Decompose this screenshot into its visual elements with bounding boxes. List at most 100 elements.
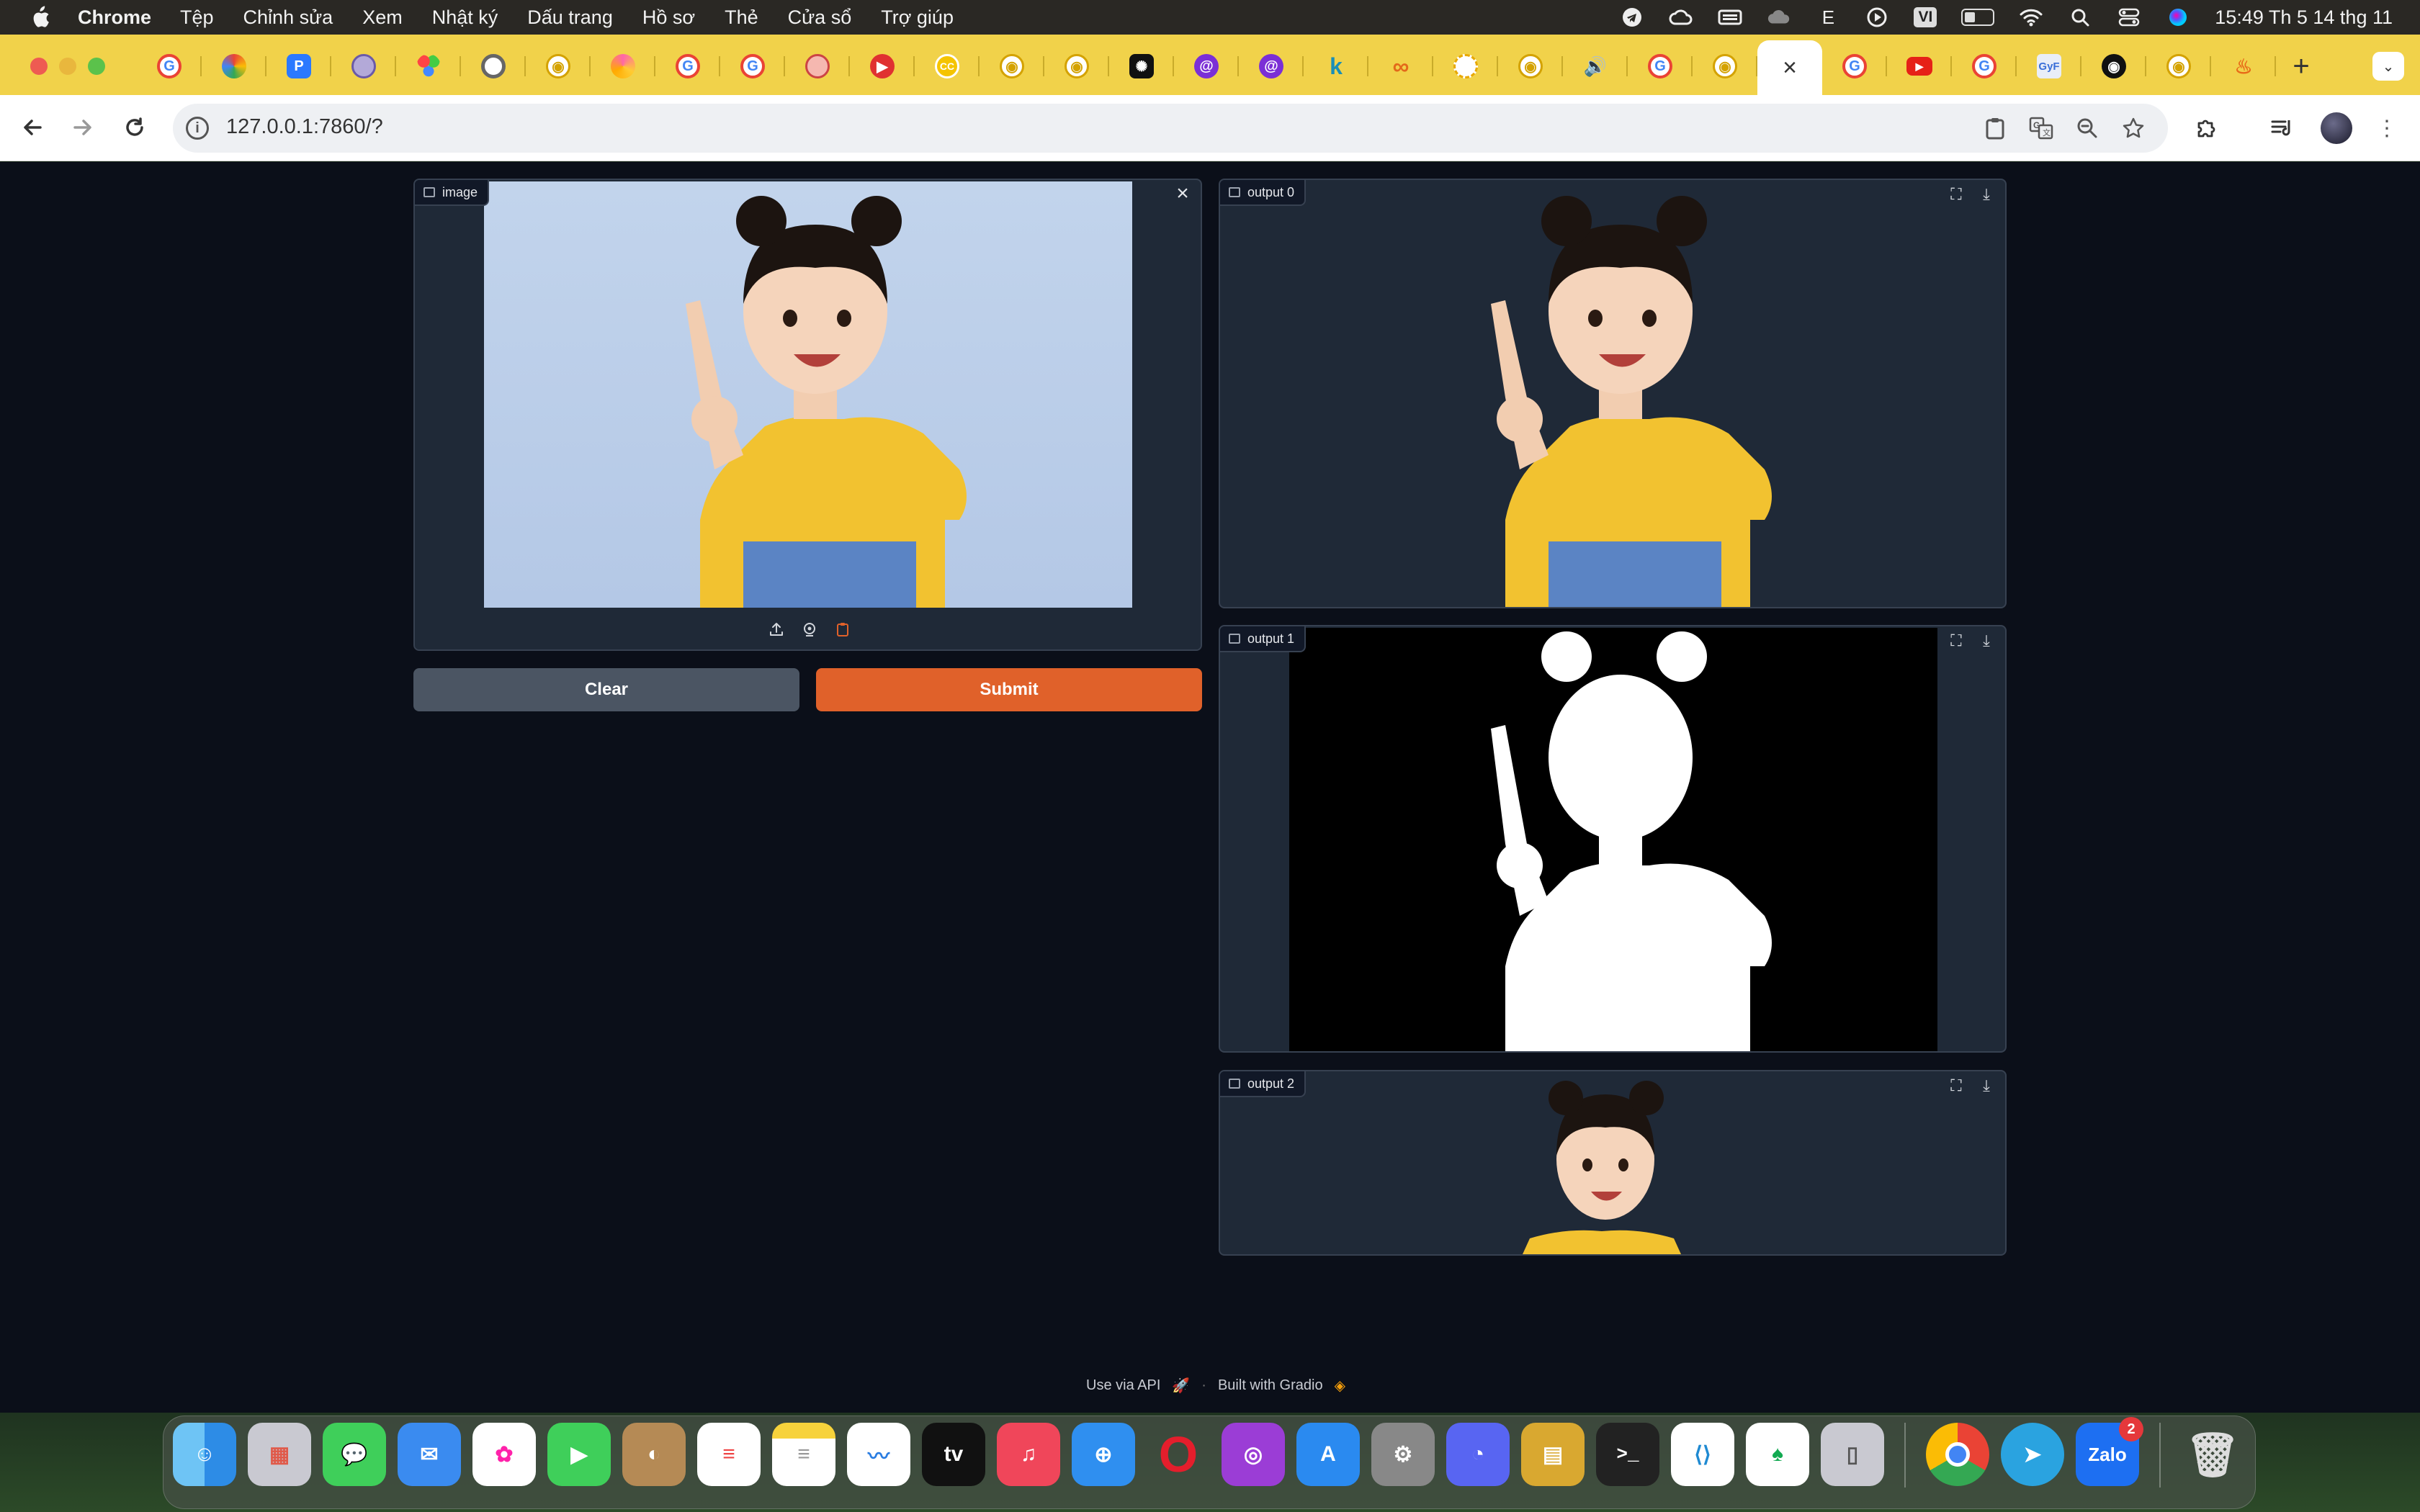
dock-opera-icon[interactable]: O bbox=[1147, 1423, 1210, 1486]
submit-button[interactable]: Submit bbox=[816, 668, 1202, 711]
clear-image-close-icon[interactable]: × bbox=[1172, 181, 1193, 205]
spotlight-search-icon[interactable] bbox=[2068, 6, 2092, 28]
battery-icon[interactable] bbox=[1961, 9, 1995, 26]
tab-youtube[interactable]: ▶ bbox=[1887, 40, 1952, 92]
built-with-gradio-link[interactable]: Built with Gradio bbox=[1218, 1377, 1323, 1394]
play-circle-icon[interactable] bbox=[1865, 6, 1889, 28]
control-center-icon[interactable] bbox=[2117, 6, 2141, 28]
menu-profiles[interactable]: Hồ sơ bbox=[642, 6, 695, 29]
tab-google-6[interactable]: G bbox=[1952, 40, 2017, 92]
window-close-button[interactable] bbox=[30, 58, 48, 75]
dock-app-store-icon[interactable]: A bbox=[1296, 1423, 1360, 1486]
forward-arrow-icon[interactable] bbox=[65, 109, 101, 145]
fullscreen-icon[interactable]: ⛶ bbox=[1946, 631, 1966, 651]
fullscreen-icon[interactable]: ⛶ bbox=[1946, 184, 1966, 204]
dock-telegram-icon[interactable]: ➤ bbox=[2001, 1423, 2064, 1486]
clear-button[interactable]: Clear bbox=[413, 668, 799, 711]
menu-tab[interactable]: Thẻ bbox=[725, 6, 758, 29]
tab-fire[interactable]: ♨ bbox=[2211, 40, 2276, 92]
new-tab-button[interactable]: + bbox=[2276, 40, 2326, 92]
tab-swirl-1[interactable]: @ bbox=[1174, 40, 1239, 92]
input-image-panel[interactable]: image × bbox=[413, 179, 1202, 651]
menu-bookmarks[interactable]: Dấu trang bbox=[527, 6, 613, 29]
tab-k[interactable]: k bbox=[1304, 40, 1368, 92]
address-bar-url[interactable]: 127.0.0.1:7860/? bbox=[226, 115, 383, 139]
menu-history[interactable]: Nhật ký bbox=[432, 6, 498, 29]
keyboard-status-icon[interactable] bbox=[1718, 6, 1742, 28]
upload-icon[interactable] bbox=[766, 619, 786, 639]
creative-cloud-icon[interactable] bbox=[1669, 6, 1693, 28]
tab-sun[interactable] bbox=[1433, 40, 1498, 92]
menu-file[interactable]: Tệp bbox=[180, 6, 214, 29]
dock-podcasts-icon[interactable]: ◎ bbox=[1222, 1423, 1285, 1486]
tab-p-app[interactable]: P bbox=[266, 40, 331, 92]
dock-archive-utility-icon[interactable]: ▤ bbox=[1521, 1423, 1585, 1486]
tab-google-4[interactable]: G bbox=[1628, 40, 1693, 92]
evernote-icon[interactable]: E bbox=[1816, 6, 1840, 28]
tab-close-icon[interactable]: × bbox=[1783, 54, 1797, 82]
tab-camera[interactable] bbox=[785, 40, 850, 92]
tab-github-3[interactable]: ◉ bbox=[1044, 40, 1109, 92]
dock-vscode-icon[interactable]: ⟨⟩ bbox=[1671, 1423, 1734, 1486]
back-arrow-icon[interactable] bbox=[14, 109, 50, 145]
dock-finder-icon[interactable]: ☺ bbox=[173, 1423, 236, 1486]
dock-discord-icon[interactable]: ◔ bbox=[1446, 1423, 1510, 1486]
address-bar[interactable] bbox=[173, 104, 2168, 153]
tab-colors[interactable] bbox=[396, 40, 461, 92]
tab-google-3[interactable]: G bbox=[720, 40, 785, 92]
media-controls-icon[interactable] bbox=[2266, 112, 2298, 144]
dock-messages-icon[interactable]: 💬 bbox=[323, 1423, 386, 1486]
download-icon[interactable]: ⤓ bbox=[1976, 184, 1996, 204]
tab-pinwheel-2[interactable] bbox=[591, 40, 655, 92]
dock-system-settings-icon[interactable]: ⚙ bbox=[1371, 1423, 1435, 1486]
dock-iphone-mirroring-icon[interactable]: ▯ bbox=[1821, 1423, 1884, 1486]
input-source-indicator[interactable]: VI bbox=[1914, 7, 1937, 27]
tab-github-4[interactable]: ◉ bbox=[1498, 40, 1563, 92]
tab-google[interactable]: G bbox=[137, 40, 202, 92]
tab-audio[interactable]: 🔊 bbox=[1563, 40, 1628, 92]
download-icon[interactable]: ⤓ bbox=[1976, 631, 1996, 651]
menu-window[interactable]: Cửa sổ bbox=[788, 6, 852, 29]
tab-infinity[interactable]: ∞ bbox=[1368, 40, 1433, 92]
tab-google-2[interactable]: G bbox=[655, 40, 720, 92]
tab-cc[interactable]: CC bbox=[915, 40, 980, 92]
dock-apple-tv-icon[interactable]: tv bbox=[922, 1423, 985, 1486]
dock-chrome-icon[interactable] bbox=[1926, 1423, 1989, 1486]
tab-github-1[interactable]: ◉ bbox=[526, 40, 591, 92]
menu-app-chrome[interactable]: Chrome bbox=[78, 6, 151, 29]
menu-edit[interactable]: Chỉnh sửa bbox=[243, 6, 333, 29]
siri-icon[interactable] bbox=[2166, 6, 2190, 28]
window-minimize-button[interactable] bbox=[59, 58, 76, 75]
extensions-puzzle-icon[interactable] bbox=[2191, 112, 2223, 144]
dock-safari-icon[interactable]: ⊕ bbox=[1072, 1423, 1135, 1486]
webcam-icon[interactable] bbox=[799, 619, 820, 639]
dock-freeform-icon[interactable]: 〰 bbox=[847, 1423, 910, 1486]
dock-mongodb-compass-icon[interactable]: ♠ bbox=[1746, 1423, 1809, 1486]
tab-github-5[interactable]: ◉ bbox=[1693, 40, 1757, 92]
dock-notes-icon[interactable]: ≡ bbox=[772, 1423, 835, 1486]
dock-mail-icon[interactable]: ✉ bbox=[398, 1423, 461, 1486]
menu-view[interactable]: Xem bbox=[362, 6, 403, 29]
zoom-out-icon[interactable] bbox=[2071, 112, 2103, 144]
download-icon[interactable]: ⤓ bbox=[1976, 1076, 1996, 1096]
tab-github-6[interactable]: ◉ bbox=[2081, 40, 2146, 92]
tab-github-7[interactable]: ◉ bbox=[2146, 40, 2211, 92]
dock-zalo-icon[interactable]: Zalo 2 bbox=[2076, 1417, 2143, 1486]
tab-openai[interactable]: ✺ bbox=[1109, 40, 1174, 92]
tab-record[interactable] bbox=[461, 40, 526, 92]
dock-reminders-icon[interactable]: ≡ bbox=[697, 1423, 761, 1486]
clipboard-icon[interactable] bbox=[1979, 112, 2011, 144]
dock-facetime-icon[interactable]: ▶ bbox=[547, 1423, 611, 1486]
wifi-icon[interactable] bbox=[2019, 6, 2043, 28]
clipboard-paste-icon[interactable] bbox=[833, 619, 853, 639]
window-zoom-button[interactable] bbox=[88, 58, 105, 75]
tab-gear-site[interactable] bbox=[331, 40, 396, 92]
tab-red-app[interactable]: ▶ bbox=[850, 40, 915, 92]
dock-launchpad-icon[interactable]: ▦ bbox=[248, 1423, 311, 1486]
menu-help[interactable]: Trợ giúp bbox=[881, 6, 954, 29]
dock-trash-icon[interactable]: 🗑 bbox=[2181, 1423, 2244, 1486]
profile-avatar[interactable] bbox=[2321, 112, 2352, 144]
tab-swirl-2[interactable]: @ bbox=[1239, 40, 1304, 92]
tab-github-2[interactable]: ◉ bbox=[980, 40, 1044, 92]
tab-search-chevron-icon[interactable]: ⌄ bbox=[2372, 52, 2404, 81]
